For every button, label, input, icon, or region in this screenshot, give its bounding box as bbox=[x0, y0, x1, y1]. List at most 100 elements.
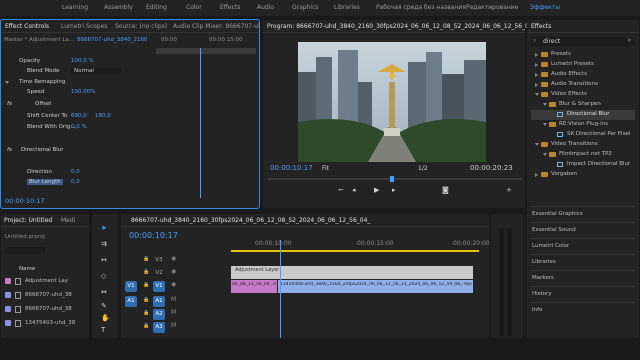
track-select-icon[interactable]: ⇉ bbox=[101, 240, 107, 248]
side-panel-tab[interactable]: Markers bbox=[531, 270, 635, 281]
tab-media[interactable]: Medi bbox=[61, 217, 75, 224]
side-panel-tab[interactable]: Lumetri Color bbox=[531, 238, 635, 249]
ws-unnamed[interactable]: Рабочая среда без названия bbox=[376, 4, 466, 11]
effects-item[interactable]: FilmImpact.net TP2 bbox=[531, 150, 635, 160]
effects-item[interactable]: Video Effects bbox=[531, 90, 635, 100]
collapse-icon[interactable] bbox=[5, 81, 9, 84]
ws-learning[interactable]: Learning bbox=[62, 4, 88, 11]
ws-effects[interactable]: Effects bbox=[220, 4, 240, 11]
side-panel-tab[interactable]: History bbox=[531, 286, 635, 297]
project-search[interactable] bbox=[5, 247, 45, 254]
program-timecode[interactable]: 00:00:10:17 bbox=[270, 164, 313, 172]
timeline-timecode[interactable]: 00:00:10:17 bbox=[129, 231, 178, 240]
side-panel-tab[interactable]: Info bbox=[531, 302, 635, 313]
speed-value[interactable]: 100,00% bbox=[71, 89, 95, 95]
ripple-edit-icon[interactable]: ↔ bbox=[101, 256, 107, 264]
clip-v1-a[interactable]: 06_06_12_56_04_.mp4 bbox=[231, 280, 277, 293]
tab-audio-clip-mixer[interactable]: Audio Clip Mixer: 8666707-ul bbox=[173, 23, 260, 30]
sequence-tab[interactable]: 8666707-uhd_3840_2160_30fps2024_06_06_12… bbox=[131, 217, 370, 224]
effects-item[interactable]: Vorgaben bbox=[531, 170, 635, 180]
effects-item[interactable]: Lumetri Presets bbox=[531, 60, 635, 70]
tab-lumetri-scopes[interactable]: Lumetri Scopes bbox=[61, 23, 107, 30]
clear-icon[interactable]: × bbox=[627, 37, 632, 44]
shift-x-value[interactable]: 690,0 bbox=[71, 113, 87, 119]
fx-icon[interactable]: fx bbox=[7, 101, 12, 107]
chevron-right-icon[interactable] bbox=[535, 173, 538, 177]
add-button-icon[interactable]: + bbox=[506, 186, 512, 194]
effects-search-input[interactable]: direct bbox=[543, 38, 560, 45]
effects-search[interactable]: ⌕ direct × bbox=[531, 37, 635, 46]
effects-item[interactable]: Directional Blur bbox=[531, 110, 635, 120]
chevron-right-icon[interactable] bbox=[535, 83, 538, 87]
clip-bar[interactable] bbox=[156, 48, 256, 54]
tab-effect-controls[interactable]: Effect Controls bbox=[5, 23, 49, 30]
effects-item[interactable]: Blur & Sharpen bbox=[531, 100, 635, 110]
chevron-right-icon[interactable] bbox=[535, 73, 538, 77]
side-panel-tab[interactable]: Essential Sound bbox=[531, 222, 635, 233]
shift-y-value[interactable]: 180,0 bbox=[95, 113, 111, 119]
clip-v1-b[interactable]: 13450408-uhd_3840_2160_24fps2024_06_06_1… bbox=[278, 280, 473, 293]
razor-icon[interactable]: ◇ bbox=[101, 272, 106, 280]
effects-item[interactable]: Impact Directional Blur bbox=[531, 160, 635, 170]
chevron-down-icon[interactable] bbox=[535, 143, 539, 146]
mute-icon[interactable]: M bbox=[171, 322, 176, 329]
timeline-playhead[interactable] bbox=[280, 240, 281, 338]
side-panel-tab[interactable]: Essential Graphics bbox=[531, 206, 635, 217]
chevron-right-icon[interactable] bbox=[535, 53, 538, 57]
chevron-down-icon[interactable] bbox=[543, 123, 547, 126]
blend-dropdown[interactable]: Normal bbox=[71, 68, 121, 74]
mute-icon[interactable]: M bbox=[171, 309, 176, 316]
ec-timecode[interactable]: 00:00:10:17 bbox=[5, 197, 45, 205]
pen-icon[interactable]: ✎ bbox=[101, 302, 107, 310]
lock-icon[interactable]: 🔒 bbox=[143, 256, 149, 262]
ws-graphics[interactable]: Graphics bbox=[292, 4, 319, 11]
eye-icon[interactable]: ◉ bbox=[171, 281, 176, 288]
tab-project[interactable]: Project: Untitled bbox=[4, 217, 52, 224]
project-item[interactable]: Adjustment Lay bbox=[5, 276, 81, 287]
ws-editing[interactable]: Editing bbox=[146, 4, 167, 11]
slip-icon[interactable]: ⇔ bbox=[101, 288, 107, 296]
effects-item[interactable]: SK Directional Per Pixel bbox=[531, 130, 635, 140]
track-target[interactable]: A2 bbox=[153, 309, 165, 320]
work-area-bar[interactable] bbox=[231, 250, 479, 252]
eye-icon[interactable]: ◉ bbox=[171, 255, 176, 262]
chevron-down-icon[interactable] bbox=[543, 153, 547, 156]
name-column-header[interactable]: Name bbox=[19, 266, 35, 272]
chevron-right-icon[interactable] bbox=[535, 63, 538, 67]
blend-orig-value[interactable]: 0,0 % bbox=[71, 124, 87, 130]
lock-icon[interactable]: 🔒 bbox=[143, 323, 149, 329]
eye-icon[interactable]: ◉ bbox=[171, 268, 176, 275]
lock-icon[interactable]: 🔒 bbox=[143, 297, 149, 303]
ws-effects-ru[interactable]: Эффекты bbox=[530, 4, 560, 11]
program-frame[interactable] bbox=[298, 42, 486, 162]
track-target[interactable]: V3 bbox=[153, 255, 165, 266]
fx-icon[interactable]: fx bbox=[7, 147, 12, 153]
fit-dropdown[interactable]: Fit bbox=[322, 165, 329, 172]
hand-icon[interactable]: ✋ bbox=[101, 314, 110, 322]
source-patch[interactable]: V1 bbox=[125, 281, 137, 292]
effects-item[interactable]: Audio Effects bbox=[531, 70, 635, 80]
track-target[interactable]: V2 bbox=[153, 268, 165, 279]
ws-libraries[interactable]: Libraries bbox=[334, 4, 360, 11]
program-playhead[interactable] bbox=[390, 176, 394, 182]
track-target[interactable]: V1 bbox=[153, 281, 165, 292]
effects-item[interactable]: Audio Transitions bbox=[531, 80, 635, 90]
track-target[interactable]: A1 bbox=[153, 296, 165, 307]
selection-tool-icon[interactable]: ➤ bbox=[101, 224, 107, 232]
source-patch[interactable]: A1 bbox=[125, 296, 137, 307]
effects-item[interactable]: Presets bbox=[531, 50, 635, 60]
ws-editing-ru[interactable]: Редактирование bbox=[466, 4, 518, 11]
project-item[interactable]: 8666707-uhd_38 bbox=[5, 290, 81, 301]
adjustment-clip[interactable]: Adjustment Layer bbox=[231, 266, 473, 279]
camera-icon[interactable]: ◙ bbox=[442, 186, 449, 194]
track-target[interactable]: A3 bbox=[153, 322, 165, 333]
clip-name[interactable]: 8666707-uhd_3840_2160 bbox=[77, 37, 147, 43]
mark-in-icon[interactable]: ⌐ bbox=[338, 186, 344, 194]
direction-value[interactable]: 0,0 bbox=[71, 169, 80, 175]
chevron-down-icon[interactable] bbox=[535, 93, 539, 96]
program-scrubber[interactable] bbox=[268, 178, 522, 180]
type-icon[interactable]: T bbox=[101, 326, 105, 334]
play-icon[interactable]: ▶ bbox=[374, 186, 379, 194]
tab-source[interactable]: Source: (no clips) bbox=[115, 23, 167, 30]
project-item[interactable]: 8666707-uhd_38 bbox=[5, 304, 81, 315]
